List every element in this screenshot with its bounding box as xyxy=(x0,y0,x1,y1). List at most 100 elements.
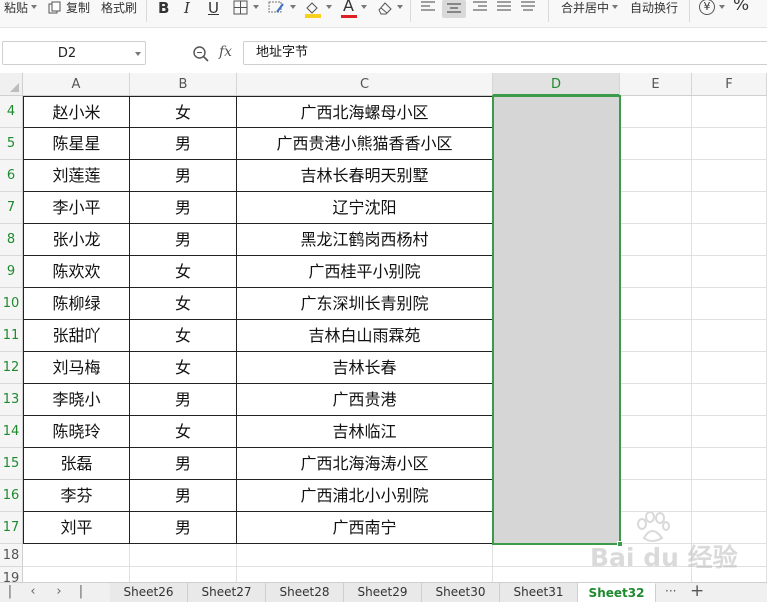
row-header[interactable]: 7 xyxy=(0,192,23,224)
paste-button[interactable]: 粘贴 xyxy=(4,0,28,20)
borders-button[interactable] xyxy=(233,0,249,20)
formula-input[interactable]: 地址字节 xyxy=(243,41,767,65)
cell-gender[interactable]: 男 xyxy=(130,384,237,416)
cell-name[interactable]: 李晓小 xyxy=(23,384,130,416)
cell-gender[interactable]: 女 xyxy=(130,320,237,352)
sheet-tab-sheet26[interactable]: Sheet26 xyxy=(110,583,188,602)
column-header-e[interactable]: E xyxy=(620,73,692,96)
underline-button[interactable]: U xyxy=(208,0,219,20)
cell-name[interactable]: 张磊 xyxy=(23,448,130,480)
cell-gender[interactable]: 女 xyxy=(130,416,237,448)
row-header[interactable]: 19 xyxy=(0,567,23,582)
row-header[interactable]: 17 xyxy=(0,512,23,544)
align-right-button[interactable] xyxy=(472,0,488,20)
cell-address[interactable]: 吉林白山雨霖苑 xyxy=(237,320,493,352)
cell-address[interactable]: 吉林长春 xyxy=(237,352,493,384)
cell-address[interactable]: 广西贵港小熊猫香香小区 xyxy=(237,128,493,160)
fill-pattern-button[interactable] xyxy=(268,0,286,20)
cell-address[interactable]: 广西贵港 xyxy=(237,384,493,416)
cell-address[interactable]: 辽宁沈阳 xyxy=(237,192,493,224)
cell-name[interactable]: 张小龙 xyxy=(23,224,130,256)
fill-color-button[interactable] xyxy=(304,0,322,20)
cell-address[interactable]: 广东深圳长青别院 xyxy=(237,288,493,320)
cell-name[interactable]: 刘莲莲 xyxy=(23,160,130,192)
cell-name[interactable]: 李芬 xyxy=(23,480,130,512)
column-header-a[interactable]: A xyxy=(23,73,130,96)
name-box[interactable]: D2 xyxy=(2,41,146,65)
row-header[interactable]: 13 xyxy=(0,384,23,416)
align-center-button[interactable] xyxy=(442,0,466,18)
justify-button[interactable] xyxy=(496,0,512,20)
row-header[interactable]: 14 xyxy=(0,416,23,448)
cell-name[interactable]: 赵小米 xyxy=(23,96,130,128)
sheet-tab-sheet28[interactable]: Sheet28 xyxy=(266,583,344,602)
fill-color-chevron-down-icon[interactable] xyxy=(326,5,332,9)
selected-range[interactable] xyxy=(492,95,621,545)
add-sheet-button[interactable]: + xyxy=(690,581,704,601)
wrap-text-button[interactable]: 自动换行 xyxy=(630,0,678,20)
currency-button[interactable]: ¥ xyxy=(699,0,715,15)
cell-name[interactable]: 陈星星 xyxy=(23,128,130,160)
merge-center-button[interactable]: 合并居中 xyxy=(561,0,609,20)
bold-button[interactable]: B xyxy=(158,0,169,20)
cell-address[interactable]: 吉林长春明天别墅 xyxy=(237,160,493,192)
row-header[interactable]: 4 xyxy=(0,96,23,128)
cell-grid[interactable]: ABCDEF 4 赵小米女广西北海螺母小区 5 陈星星男广西贵港小熊猫香香小区 6 刘莲莲… xyxy=(0,73,767,582)
insert-function-button[interactable]: fx xyxy=(219,44,232,60)
merge-center-chevron-down-icon[interactable] xyxy=(612,5,618,9)
clear-format-chevron-down-icon[interactable] xyxy=(397,5,403,9)
cell-name[interactable]: 陈欢欢 xyxy=(23,256,130,288)
row-header[interactable]: 9 xyxy=(0,256,23,288)
column-header-c[interactable]: C xyxy=(237,73,493,96)
name-box-chevron-down-icon[interactable] xyxy=(135,52,141,56)
align-left-button[interactable] xyxy=(420,0,436,20)
cell-gender[interactable]: 男 xyxy=(130,480,237,512)
cell-gender[interactable]: 男 xyxy=(130,160,237,192)
cell-address[interactable]: 黑龙江鹤岗西杨村 xyxy=(237,224,493,256)
cell-gender[interactable]: 女 xyxy=(130,352,237,384)
cell-gender[interactable]: 男 xyxy=(130,224,237,256)
cell-address[interactable]: 吉林临江 xyxy=(237,416,493,448)
cell-gender[interactable]: 女 xyxy=(130,256,237,288)
sheet-tab-sheet31[interactable]: Sheet31 xyxy=(500,583,578,602)
row-header[interactable]: 10 xyxy=(0,288,23,320)
column-header-f[interactable]: F xyxy=(692,73,767,96)
cell-name[interactable]: 张甜吖 xyxy=(23,320,130,352)
last-sheet-nav[interactable]: | xyxy=(74,585,88,601)
cell-name[interactable]: 陈晓玲 xyxy=(23,416,130,448)
row-header[interactable]: 16 xyxy=(0,480,23,512)
prev-sheet-chevron-left-icon[interactable]: ‹ xyxy=(26,585,40,601)
zoom-search-button[interactable] xyxy=(192,45,210,67)
cell-name[interactable]: 李小平 xyxy=(23,192,130,224)
cell-gender[interactable]: 女 xyxy=(130,288,237,320)
cell-address[interactable]: 广西浦北小小别院 xyxy=(237,480,493,512)
font-color-button[interactable]: A xyxy=(341,0,357,20)
cell-address[interactable]: 广西北海螺母小区 xyxy=(237,96,493,128)
cell-gender[interactable]: 女 xyxy=(130,96,237,128)
row-header[interactable]: 15 xyxy=(0,448,23,480)
cell-gender[interactable]: 男 xyxy=(130,512,237,544)
row-header[interactable]: 18 xyxy=(0,544,23,567)
cell-name[interactable]: 刘平 xyxy=(23,512,130,544)
borders-chevron-down-icon[interactable] xyxy=(253,5,259,9)
cell-gender[interactable]: 男 xyxy=(130,128,237,160)
cell-address[interactable]: 广西桂平小别院 xyxy=(237,256,493,288)
row-header[interactable]: 8 xyxy=(0,224,23,256)
sheet-tab-sheet30[interactable]: Sheet30 xyxy=(422,583,500,602)
column-header-d[interactable]: D xyxy=(493,73,620,96)
percent-button[interactable]: % xyxy=(733,0,749,17)
row-header[interactable]: 5 xyxy=(0,128,23,160)
paste-chevron-down-icon[interactable] xyxy=(31,5,37,9)
fill-pattern-chevron-down-icon[interactable] xyxy=(290,5,296,9)
sheet-tab-sheet27[interactable]: Sheet27 xyxy=(188,583,266,602)
select-all-corner[interactable] xyxy=(0,73,23,96)
cell-gender[interactable]: 男 xyxy=(130,448,237,480)
cell-name[interactable]: 陈柳绿 xyxy=(23,288,130,320)
row-header[interactable]: 11 xyxy=(0,320,23,352)
row-header[interactable]: 6 xyxy=(0,160,23,192)
format-painter-button[interactable]: 格式刷 xyxy=(101,0,137,20)
clear-format-button[interactable] xyxy=(376,0,394,20)
cell-gender[interactable]: 男 xyxy=(130,192,237,224)
sheet-tab-sheet29[interactable]: Sheet29 xyxy=(344,583,422,602)
row-header[interactable]: 12 xyxy=(0,352,23,384)
